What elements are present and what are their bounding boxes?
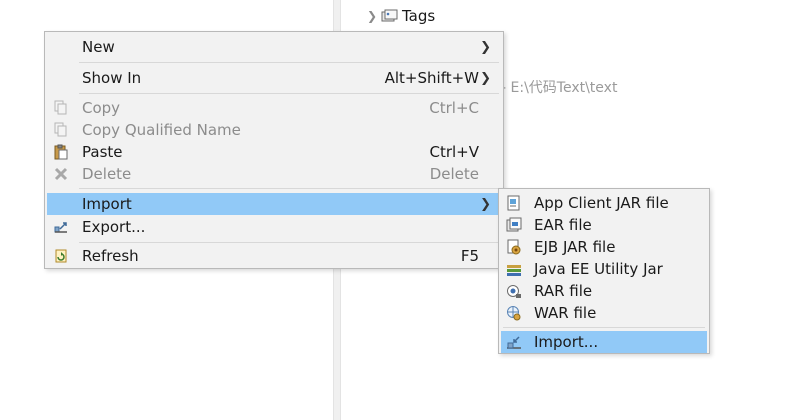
utility-jar-icon	[507, 265, 521, 276]
menu-item-refresh[interactable]: Refresh F5	[47, 245, 501, 267]
chevron-right-icon: ❯	[480, 196, 491, 212]
menu-item-label: Refresh	[82, 247, 139, 265]
menu-separator	[79, 188, 499, 189]
menu-separator	[79, 242, 499, 243]
submenu-item-ear-file[interactable]: EAR file	[501, 214, 707, 236]
import-submenu: App Client JAR file EAR file EJB JAR fil…	[498, 188, 710, 354]
menu-item-copy-qualified-name[interactable]: Copy Qualified Name	[47, 119, 501, 141]
menu-item-label: New	[82, 38, 115, 56]
menu-item-label: Copy	[82, 99, 121, 117]
menu-item-copy[interactable]: Copy Ctrl+C	[47, 97, 501, 119]
app-client-jar-icon	[507, 195, 520, 211]
chevron-right-icon: ❯	[480, 70, 491, 86]
menu-item-delete[interactable]: Delete Delete	[47, 163, 501, 185]
ejb-jar-icon	[507, 239, 521, 255]
context-menu: New ❯ Show In Alt+Shift+W ❯ Copy Ctrl+C …	[44, 31, 504, 269]
submenu-item-label: Import...	[534, 333, 599, 351]
menu-separator	[79, 93, 499, 94]
menu-item-label: Copy Qualified Name	[82, 121, 241, 139]
export-icon	[54, 222, 67, 233]
menu-item-shortcut: Ctrl+C	[429, 99, 479, 117]
refresh-icon	[55, 249, 67, 263]
war-file-icon	[507, 306, 521, 321]
menu-item-shortcut: Ctrl+V	[429, 143, 479, 161]
paste-icon	[54, 144, 68, 160]
chevron-right-icon: ❯	[480, 39, 491, 55]
menu-item-shortcut: Delete	[429, 165, 479, 183]
import-wizard-icon	[507, 336, 521, 349]
submenu-item-app-client-jar[interactable]: App Client JAR file	[501, 192, 707, 214]
menu-item-paste[interactable]: Paste Ctrl+V	[47, 141, 501, 163]
menu-separator	[79, 62, 499, 63]
submenu-item-war-file[interactable]: WAR file	[501, 302, 707, 324]
menu-item-new[interactable]: New ❯	[47, 36, 501, 58]
submenu-item-import-wizard[interactable]: Import...	[501, 331, 707, 353]
tags-icon	[381, 9, 398, 22]
menu-item-label: Import	[82, 195, 132, 213]
tree-item-label: Tags	[402, 7, 436, 25]
submenu-item-label: RAR file	[534, 282, 593, 300]
submenu-item-ejb-jar[interactable]: EJB JAR file	[501, 236, 707, 258]
delete-icon	[54, 167, 68, 181]
submenu-item-label: WAR file	[534, 304, 597, 322]
submenu-item-label: EJB JAR file	[534, 238, 616, 256]
menu-item-export[interactable]: Export...	[47, 216, 501, 238]
submenu-item-rar-file[interactable]: RAR file	[501, 280, 707, 302]
menu-item-shortcut: Alt+Shift+W	[384, 69, 479, 87]
copy-icon	[54, 100, 67, 115]
copy-qualified-icon	[54, 122, 67, 137]
menu-item-show-in[interactable]: Show In Alt+Shift+W ❯	[47, 67, 501, 89]
rar-file-icon	[507, 285, 521, 298]
menu-item-label: Show In	[82, 69, 142, 87]
submenu-item-java-ee-utility-jar[interactable]: Java EE Utility Jar	[501, 258, 707, 280]
project-path-text: - E:\代码Text\text	[501, 80, 618, 96]
menu-item-label: Export...	[82, 218, 146, 236]
ear-file-icon	[506, 217, 522, 232]
menu-separator	[503, 327, 705, 328]
submenu-item-label: App Client JAR file	[534, 194, 669, 212]
menu-item-label: Paste	[82, 143, 123, 161]
submenu-item-label: EAR file	[534, 216, 592, 234]
chevron-right-icon[interactable]: ❯	[367, 9, 381, 23]
menu-item-import[interactable]: Import ❯	[47, 193, 501, 215]
tree-item-tags[interactable]: ❯ Tags	[367, 6, 435, 26]
menu-item-shortcut: F5	[460, 247, 479, 265]
menu-item-label: Delete	[82, 165, 132, 183]
submenu-item-label: Java EE Utility Jar	[534, 260, 663, 278]
